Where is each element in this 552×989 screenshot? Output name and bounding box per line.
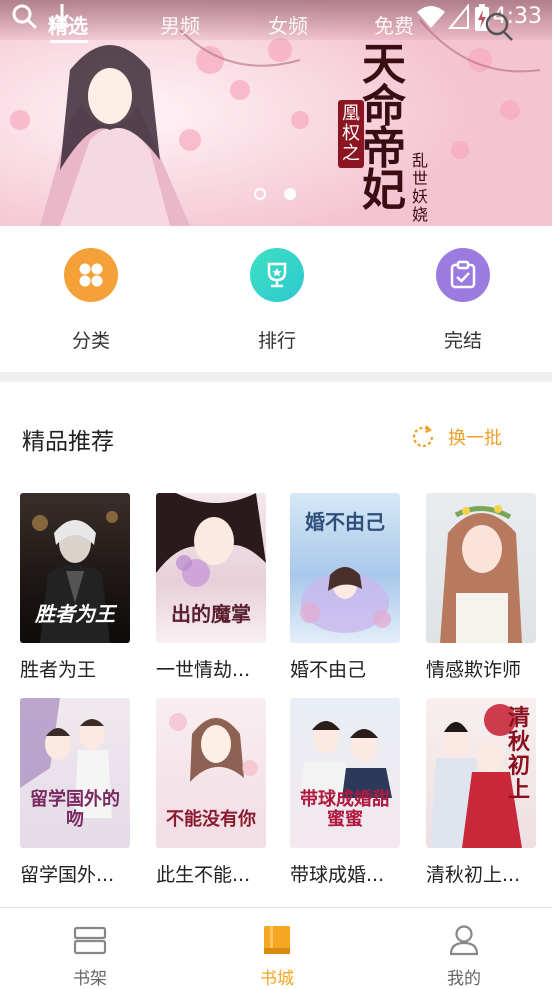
nav-profile-label: 我的 [447, 969, 481, 989]
book-cover: 出的魔掌 [156, 493, 266, 643]
book-title: 一世情劫... [156, 659, 251, 681]
category-entry[interactable]: 分类 [36, 248, 146, 353]
bottom-nav: 书架 书城 我的 [0, 907, 552, 989]
banner-author: 乱世妖娆 [412, 151, 429, 224]
nav-bookstore[interactable]: 书城 [237, 924, 317, 989]
promo-banner[interactable]: 天命帝妃 凰权之 乱世妖娆 4:33 精选 男频 女频 免费 [0, 0, 552, 226]
app-screen: 天命帝妃 凰权之 乱世妖娆 4:33 精选 男频 女频 免费 分类 排行 完结 … [0, 0, 552, 989]
book-card[interactable]: 清秋初上 清秋初上... [426, 698, 536, 887]
refresh-label: 换一批 [448, 428, 502, 449]
book-card[interactable]: 留学国外的吻 留学国外... [20, 698, 130, 887]
book-card[interactable]: 婚不由己 婚不由己 [290, 493, 400, 682]
finished-label: 完结 [443, 330, 482, 352]
bookshelf-icon [73, 926, 107, 955]
section-divider [0, 372, 552, 382]
book-cover-text: 胜者为王 [35, 602, 115, 626]
book-title: 留学国外... [20, 864, 115, 886]
refresh-icon [412, 425, 434, 448]
book-title: 清秋初上... [426, 864, 521, 886]
book-card[interactable]: 情感欺诈师 [426, 493, 536, 682]
book-card[interactable]: 出的魔掌 一世情劫... [156, 493, 266, 682]
book-cover: 胜者为王 [20, 493, 130, 643]
book-title: 情感欺诈师 [426, 659, 522, 681]
user-icon [449, 925, 479, 956]
tab-featured[interactable]: 精选 [48, 10, 88, 39]
nav-bookshelf-label: 书架 [73, 969, 107, 989]
search-button-icon[interactable] [484, 8, 514, 42]
book-card[interactable]: 不能没有你 此生不能... [156, 698, 266, 887]
book-card[interactable]: 胜者为王 胜者为王 [20, 493, 130, 682]
trophy-icon [250, 248, 304, 302]
banner-book-title: 天命帝妃 凰权之 乱世妖娆 [338, 39, 434, 224]
nav-profile[interactable]: 我的 [424, 924, 504, 989]
nav-bookshelf[interactable]: 书架 [50, 924, 130, 989]
book-cover [426, 493, 536, 643]
tab-active-indicator [50, 40, 88, 43]
book-card[interactable]: 带球成婚甜蜜蜜 带球成婚... [290, 698, 400, 887]
book-cover: 带球成婚甜蜜蜜 [290, 698, 400, 848]
book-cover-text: 不能没有你 [166, 809, 256, 830]
book-cover: 留学国外的吻 [20, 698, 130, 848]
book-title: 此生不能... [156, 864, 251, 886]
pagination-dot-active[interactable] [284, 188, 296, 200]
banner-title-main: 天命帝妃 [362, 39, 406, 216]
quick-entries: 分类 排行 完结 [0, 226, 552, 372]
book-title: 带球成婚... [290, 864, 385, 886]
category-icon [64, 248, 118, 302]
ranking-label: 排行 [257, 330, 296, 352]
section-title: 精品推荐 [22, 429, 114, 455]
book-cover: 不能没有你 [156, 698, 266, 848]
refresh-button[interactable]: 换一批 [410, 424, 502, 450]
book-cover: 清秋初上 [426, 698, 536, 848]
pagination-dot[interactable] [254, 188, 266, 200]
top-tabs: 精选 男频 女频 免费 [0, 0, 552, 46]
book-title: 婚不由己 [290, 659, 367, 681]
category-label: 分类 [71, 330, 110, 352]
book-cover-text: 留学国外的吻 [30, 789, 120, 830]
tab-free[interactable]: 免费 [374, 10, 414, 39]
tab-female[interactable]: 女频 [268, 10, 308, 39]
clipboard-check-icon [436, 248, 490, 302]
book-cover: 婚不由己 [290, 493, 400, 643]
book-cover-text: 出的魔掌 [171, 602, 251, 626]
book-title: 胜者为王 [20, 659, 97, 681]
book-cover-text: 清秋初上 [507, 705, 530, 803]
tab-male[interactable]: 男频 [160, 10, 200, 39]
book-icon [264, 926, 290, 954]
book-cover-text: 婚不由己 [305, 510, 385, 534]
book-cover-text: 带球成婚甜蜜蜜 [300, 789, 390, 830]
ranking-entry[interactable]: 排行 [222, 248, 332, 353]
banner-title-sub: 凰权之 [338, 100, 364, 168]
nav-bookstore-label: 书城 [260, 969, 294, 989]
finished-entry[interactable]: 完结 [408, 248, 518, 353]
